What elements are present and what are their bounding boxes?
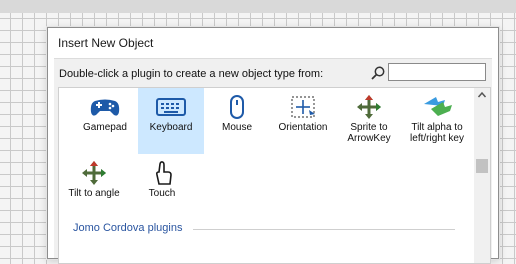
- scroll-up-arrow-icon[interactable]: [477, 90, 487, 100]
- dialog-title: Insert New Object: [58, 36, 154, 50]
- sprite-to-arrowkey-icon: [357, 95, 381, 119]
- plugin-label: Tilt to angle: [68, 188, 120, 199]
- section-heading: Jomo Cordova plugins: [73, 222, 189, 234]
- plugin-label: Gamepad: [83, 122, 127, 133]
- search-input[interactable]: [388, 63, 486, 81]
- vertical-scrollbar[interactable]: [474, 88, 490, 263]
- keyboard-icon: [156, 98, 186, 116]
- mouse-icon: [230, 95, 244, 119]
- plugin-label: Orientation: [278, 122, 328, 133]
- plugin-list: Gamepad Keyboard Mouse Orientation Sprit…: [58, 87, 491, 264]
- plugin-item-touch[interactable]: Touch: [129, 154, 195, 220]
- plugin-item-orientation[interactable]: Orientation: [270, 88, 336, 154]
- scrollbar-thumb[interactable]: [476, 159, 488, 173]
- section-divider: [193, 229, 455, 230]
- search-icon: [371, 66, 385, 80]
- plugin-item-tilt-alpha[interactable]: Tilt alpha to left/right key: [402, 88, 472, 154]
- plugin-label: Sprite to ArrowKey: [347, 122, 391, 144]
- plugin-label: Mouse: [221, 122, 252, 133]
- plugin-item-tilt-to-angle[interactable]: Tilt to angle: [61, 154, 127, 220]
- plugin-item-gamepad[interactable]: Gamepad: [72, 88, 138, 154]
- plugin-label: Tilt alpha to left/right key: [410, 122, 464, 144]
- plugin-label: Touch: [148, 188, 176, 199]
- plugin-item-keyboard[interactable]: Keyboard: [138, 88, 204, 154]
- orientation-icon: [291, 96, 315, 118]
- tilt-alpha-icon: [424, 97, 452, 116]
- plugin-item-sprite-to-arrowkey[interactable]: Sprite to ArrowKey: [336, 88, 402, 154]
- gamepad-icon: [90, 99, 120, 116]
- tilt-to-angle-icon: [82, 161, 106, 185]
- background-top-band: [0, 0, 516, 13]
- dialog-body: Double-click a plugin to create a new ob…: [54, 58, 492, 264]
- insert-object-dialog: Insert New Object Double-click a plugin …: [47, 27, 499, 264]
- plugin-label: Keyboard: [149, 122, 193, 133]
- instruction-text: Double-click a plugin to create a new ob…: [59, 68, 324, 80]
- plugin-item-mouse[interactable]: Mouse: [204, 88, 270, 154]
- touch-icon: [155, 161, 172, 185]
